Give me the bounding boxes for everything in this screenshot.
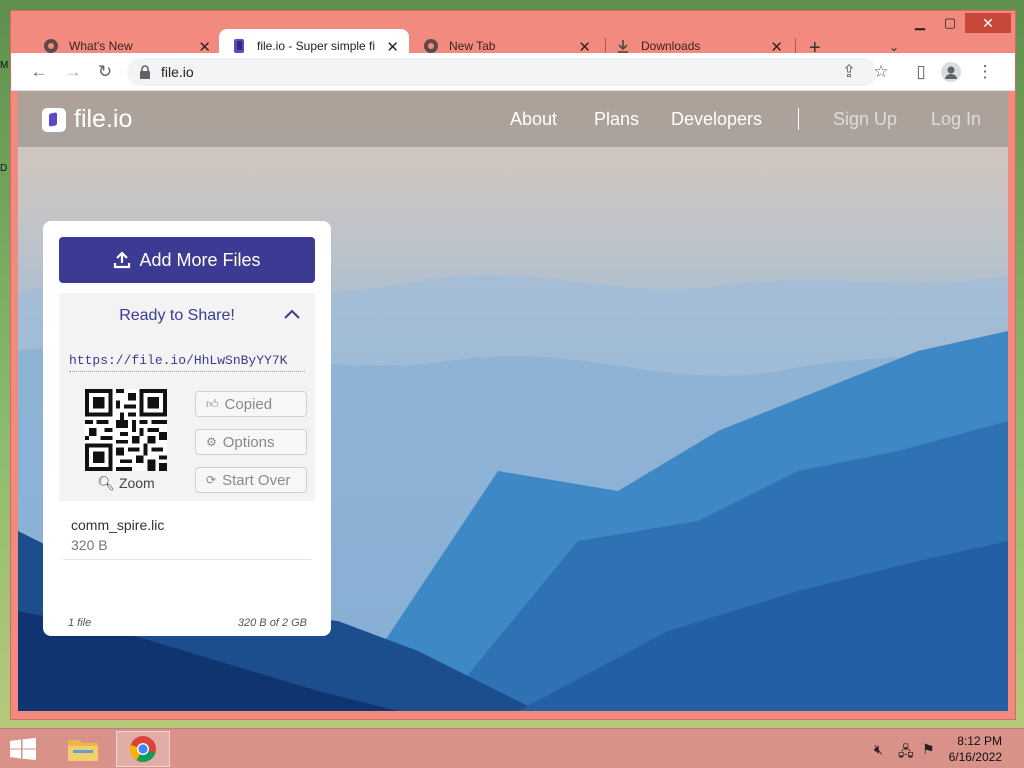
file-divider — [63, 559, 311, 560]
chrome-icon — [44, 39, 58, 53]
url-text: file.io — [161, 64, 194, 80]
file-explorer-taskbar-button[interactable] — [56, 731, 110, 767]
tab-title: file.io - Super simple file — [257, 39, 375, 53]
folder-icon — [68, 740, 98, 761]
zoom-button[interactable]: 🔍︎ Zoom — [83, 475, 169, 492]
nav-sign-up[interactable]: Sign Up — [833, 109, 897, 130]
nav-about[interactable]: About — [510, 109, 557, 130]
share-link[interactable]: https://file.io/HhLwSnByYY7K — [69, 353, 305, 372]
clock-date: 6/16/2022 — [948, 750, 1002, 764]
file-size: 320 B — [71, 537, 108, 553]
reload-icon[interactable]: ↻ — [93, 60, 117, 84]
forward-icon[interactable]: → — [61, 60, 85, 84]
options-label: Options — [222, 433, 275, 451]
fileio-logo-icon — [42, 107, 66, 132]
qr-code[interactable] — [85, 389, 167, 471]
upload-card: Add More Files Ready to Share! https://f… — [43, 221, 331, 636]
tab-search-button[interactable]: ⌄ — [889, 40, 899, 54]
copied-button[interactable]: 👍︎ Copied — [195, 391, 307, 417]
share-panel: Ready to Share! https://file.io/HhLwSnBy… — [59, 293, 315, 501]
tab-title: New Tab — [449, 39, 496, 53]
profile-avatar[interactable] — [939, 60, 963, 84]
chrome-taskbar-button[interactable] — [116, 731, 170, 767]
bookmark-star-icon[interactable]: ☆ — [869, 60, 893, 84]
volume-muted-icon[interactable]: 🔇︎ — [874, 741, 883, 758]
action-center-flag-icon[interactable]: ⚑ — [922, 741, 935, 758]
add-more-files-label: Add More Files — [139, 249, 261, 270]
clock-time: 8:12 PM — [957, 734, 1002, 748]
nav-log-in[interactable]: Log In — [931, 109, 981, 130]
nav-developers[interactable]: Developers — [671, 109, 762, 130]
back-icon[interactable]: ← — [27, 60, 51, 84]
nav-divider — [798, 108, 799, 130]
chevron-up-icon[interactable] — [283, 308, 301, 320]
address-bar[interactable]: file.io — [127, 58, 877, 86]
taskbar: 🔇︎ 🖧 ⚑ 8:12 PM 6/16/2022 — [0, 728, 1024, 768]
menu-icon[interactable]: ⋮ — [973, 60, 997, 84]
profile-icon — [941, 62, 961, 82]
fileio-icon — [234, 39, 244, 53]
start-over-button[interactable]: ⟳ Start Over — [195, 467, 307, 493]
browser-window: ▁ ▢ ✕ What's New ✕ file.io - Super simpl… — [10, 10, 1016, 720]
magnifier-icon: 🔍︎ — [97, 475, 116, 491]
system-clock[interactable]: 8:12 PM 6/16/2022 — [949, 733, 1002, 765]
file-name: comm_spire.lic — [71, 517, 165, 533]
thumbs-up-icon: 👍︎ — [206, 396, 219, 411]
side-panel-icon[interactable]: ▯ — [909, 60, 933, 84]
nav-plans[interactable]: Plans — [594, 109, 639, 130]
desktop-icon-label: M — [0, 60, 9, 71]
desktop-icon-label: D — [0, 163, 8, 174]
page-viewport: file.io About Plans Developers Sign Up L… — [18, 91, 1008, 711]
options-button[interactable]: ⚙ Options — [195, 429, 307, 455]
browser-toolbar: ← → ↻ file.io ⇪ ☆ ▯ ⋮ — [11, 53, 1015, 91]
windows-start-icon[interactable] — [10, 738, 36, 760]
chrome-icon — [424, 39, 438, 53]
upload-icon — [114, 251, 131, 269]
site-header: file.io About Plans Developers Sign Up L… — [18, 91, 1008, 147]
refresh-icon: ⟳ — [206, 473, 217, 487]
ready-to-share-heading: Ready to Share! — [119, 307, 235, 324]
brand-name: file.io — [74, 105, 133, 133]
add-more-files-button[interactable]: Add More Files — [59, 237, 315, 283]
start-over-label: Start Over — [222, 471, 291, 489]
tab-title: What's New — [69, 39, 133, 53]
tab-title: Downloads — [641, 39, 701, 53]
lock-icon[interactable] — [139, 65, 151, 79]
storage-quota: 320 B of 2 GB — [237, 617, 307, 629]
gear-icon: ⚙ — [206, 435, 217, 449]
share-icon[interactable]: ⇪ — [837, 60, 861, 84]
download-icon — [618, 40, 628, 53]
file-count: 1 file — [68, 617, 92, 629]
copied-label: Copied — [224, 395, 273, 413]
site-logo[interactable]: file.io — [42, 105, 132, 134]
chrome-icon — [130, 736, 156, 763]
zoom-label: Zoom — [118, 475, 155, 491]
network-icon[interactable]: 🖧 — [898, 741, 914, 765]
